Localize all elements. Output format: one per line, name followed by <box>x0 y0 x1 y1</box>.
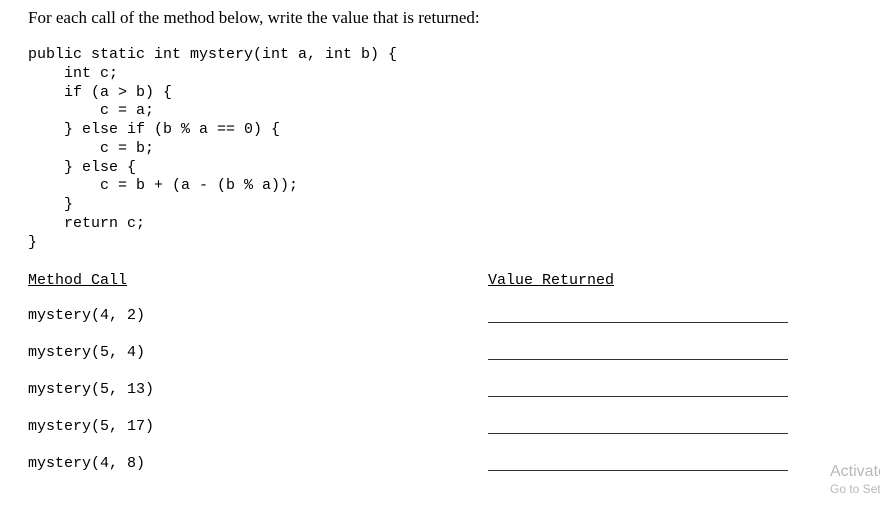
code-block: public static int mystery(int a, int b) … <box>28 46 880 252</box>
value-returned-column: Value Returned <box>488 272 808 492</box>
answer-blank[interactable] <box>488 455 788 471</box>
method-call-row: mystery(5, 4) <box>28 344 488 381</box>
watermark-line2: Go to Settings to activate Windows. <box>830 482 880 498</box>
method-call-text: mystery(5, 4) <box>28 344 145 361</box>
instruction-text: For each call of the method below, write… <box>28 8 880 28</box>
method-call-text: mystery(5, 13) <box>28 381 154 398</box>
windows-activation-watermark: Activate Windows Go to Settings to activ… <box>830 462 880 498</box>
method-call-text: mystery(4, 8) <box>28 455 145 472</box>
columns-container: Method Call mystery(4, 2) mystery(5, 4) … <box>28 272 880 492</box>
value-returned-header: Value Returned <box>488 272 614 289</box>
answer-row <box>488 307 808 344</box>
answer-blank[interactable] <box>488 418 788 434</box>
answer-row <box>488 418 808 455</box>
answer-blank[interactable] <box>488 307 788 323</box>
watermark-line1: Activate Windows <box>830 462 880 483</box>
answer-blank[interactable] <box>488 344 788 360</box>
method-call-row: mystery(5, 13) <box>28 381 488 418</box>
method-call-header: Method Call <box>28 272 127 289</box>
method-call-row: mystery(5, 17) <box>28 418 488 455</box>
method-call-row: mystery(4, 8) <box>28 455 488 492</box>
method-call-column: Method Call mystery(4, 2) mystery(5, 4) … <box>28 272 488 492</box>
method-call-text: mystery(5, 17) <box>28 418 154 435</box>
answer-blank[interactable] <box>488 381 788 397</box>
answer-row <box>488 381 808 418</box>
answer-row <box>488 455 808 492</box>
answer-row <box>488 344 808 381</box>
method-call-text: mystery(4, 2) <box>28 307 145 324</box>
method-call-row: mystery(4, 2) <box>28 307 488 344</box>
